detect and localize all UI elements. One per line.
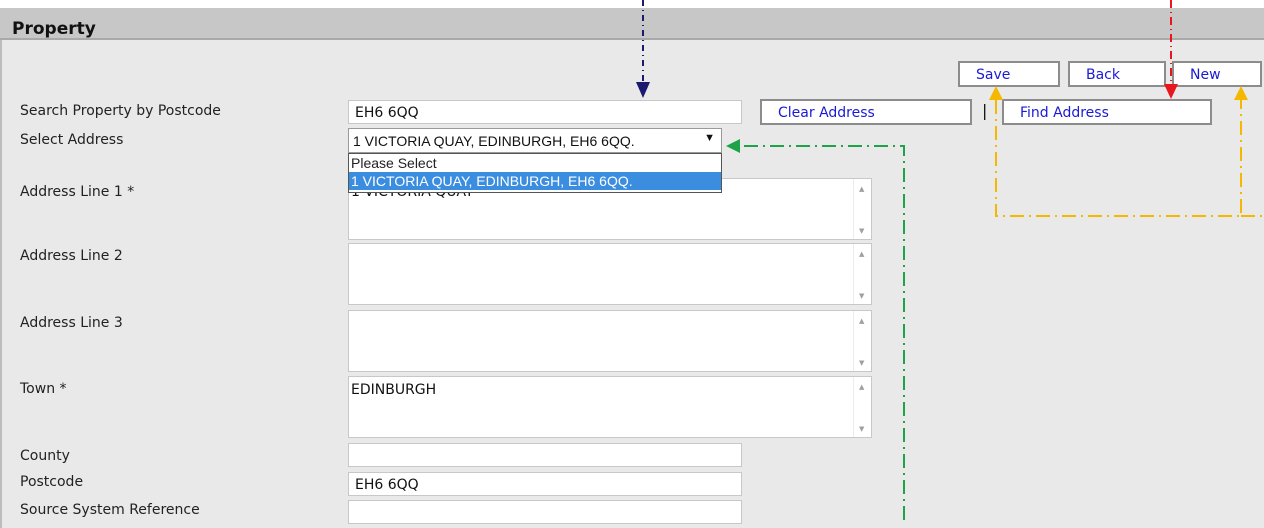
orange-bracket-line [995,100,1242,217]
red-arrowhead [1164,84,1178,99]
annotation-overlay [636,0,1264,520]
navy-arrowhead [636,82,650,98]
orange-arrowhead-save [989,86,1003,100]
orange-arrowhead-new [1234,86,1248,100]
green-arrow-line [740,145,905,520]
green-arrowhead [726,139,740,153]
